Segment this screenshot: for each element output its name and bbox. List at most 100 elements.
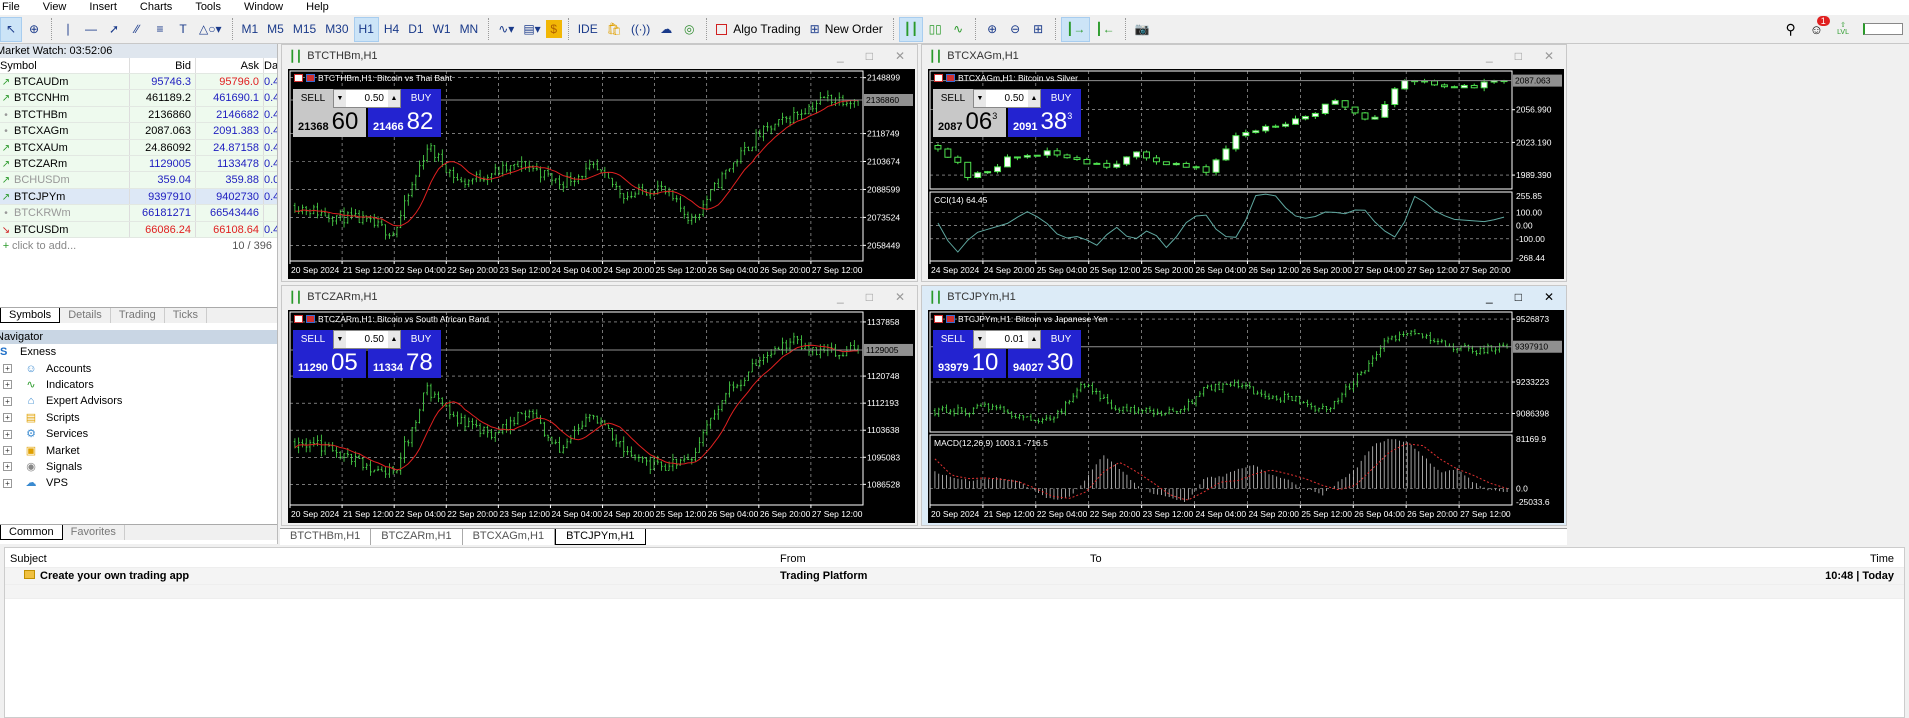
col-to[interactable]: To: [1090, 551, 1460, 567]
timeframe-m1[interactable]: M1: [238, 17, 263, 42]
vps-cloud-icon[interactable]: ☁: [655, 17, 677, 42]
buy-button[interactable]: BUY: [401, 330, 441, 349]
zoom-out-icon[interactable]: ⊖: [1004, 17, 1026, 42]
notifications-icon[interactable]: ☺ 1: [1810, 15, 1830, 37]
tab-favorites[interactable]: Favorites: [63, 525, 125, 540]
market-watch-row[interactable]: • BTCKRWm 66181271 66543446: [0, 205, 277, 222]
maximize-button[interactable]: □: [866, 290, 873, 304]
chart-type-button[interactable]: ∿▾: [494, 17, 518, 42]
channel-button[interactable]: ∕∕: [126, 17, 148, 42]
new-order-button[interactable]: ⊞ New Order: [806, 17, 887, 42]
close-button[interactable]: ✕: [1544, 49, 1554, 63]
minimize-button[interactable]: _: [837, 49, 844, 63]
sell-button[interactable]: SELL: [293, 330, 333, 349]
tab-ticks[interactable]: Ticks: [165, 308, 207, 323]
market-watch-row[interactable]: ↗BTCCNHm461189.2461690.10.46%: [0, 90, 277, 107]
chart-window-titlebar[interactable]: ┃┃ BTCTHBm,H1 _ □ ✕: [282, 45, 917, 67]
sell-button[interactable]: SELL: [293, 89, 333, 108]
indicators-button[interactable]: ▤▾: [519, 17, 544, 42]
add-account-icon[interactable]: ◎: [678, 17, 700, 42]
tab-common[interactable]: Common: [0, 525, 63, 540]
chart-window[interactable]: ┃┃ BTCZARm,H1 _ □ ✕ 20 Sep 2024 21 Sep 12:00 22…: [281, 285, 918, 526]
auto-scroll-button[interactable]: ┃→: [1061, 16, 1091, 42]
navigator-item-market[interactable]: + ▣ Market: [0, 442, 277, 458]
chart-shift-button[interactable]: ┃←: [1091, 17, 1118, 42]
chart-tab[interactable]: BTCXAGm,H1: [463, 529, 556, 545]
signals-icon[interactable]: ((·)): [627, 17, 654, 42]
expand-icon[interactable]: +: [3, 478, 12, 488]
search-icon[interactable]: ⚲: [1786, 21, 1796, 38]
expand-icon[interactable]: +: [3, 429, 12, 439]
buy-button[interactable]: BUY: [1041, 330, 1081, 349]
chart-tab[interactable]: BTCJPYm,H1: [555, 529, 646, 545]
timeframe-m30[interactable]: M30: [321, 17, 352, 42]
trendline-button[interactable]: ➚: [103, 17, 125, 42]
chart-window[interactable]: ┃┃ BTCJPYm,H1 _ □ ✕ 20 Sep 2024 21 Sep 12:00 22…: [921, 285, 1567, 526]
chart-window-titlebar[interactable]: ┃┃ BTCZARm,H1 _ □ ✕: [282, 286, 917, 308]
col-time[interactable]: Time: [1460, 551, 1904, 567]
maximize-button[interactable]: □: [1515, 49, 1522, 63]
timeframe-h4[interactable]: H4: [380, 17, 403, 42]
increase-lot-button[interactable]: ▲: [388, 331, 400, 348]
lot-size-input[interactable]: ▼ 0.50 ▲: [333, 89, 401, 108]
chart-window-titlebar[interactable]: ┃┃ BTCXAGm,H1 _ □ ✕: [922, 45, 1566, 67]
menu-insert[interactable]: Insert: [87, 0, 129, 15]
market-watch-row[interactable]: ↗BTCAUDm95746.395796.00.46%: [0, 74, 277, 91]
sell-price-box[interactable]: 2087 06 3: [933, 108, 1006, 137]
expand-icon[interactable]: +: [3, 413, 12, 423]
col-daily-change[interactable]: Daily Ch...: [264, 58, 277, 73]
algo-trading-button[interactable]: Algo Trading: [712, 17, 804, 42]
tab-symbols[interactable]: Symbols: [0, 308, 61, 323]
mail-row[interactable]: [5, 585, 1904, 599]
navigator-root[interactable]: S Exness: [0, 344, 277, 360]
decrease-lot-button[interactable]: ▼: [974, 90, 986, 107]
decrease-lot-button[interactable]: ▼: [334, 331, 346, 348]
navigator-item-expert-advisors[interactable]: + ⌂ Expert Advisors: [0, 393, 277, 409]
market-watch-row[interactable]: ↘BTCUSDm66086.2466108.640.45%: [0, 221, 277, 238]
sell-button[interactable]: SELL: [933, 89, 973, 108]
increase-lot-button[interactable]: ▲: [1028, 331, 1040, 348]
col-from[interactable]: From: [780, 551, 1090, 567]
increase-lot-button[interactable]: ▲: [1028, 90, 1040, 107]
col-ask[interactable]: Ask: [196, 58, 264, 73]
candlestick-button[interactable]: ▯▯: [924, 17, 946, 42]
lot-size-input[interactable]: ▼ 0.01 ▲: [973, 330, 1041, 349]
close-button[interactable]: ✕: [895, 290, 905, 304]
lot-size-input[interactable]: ▼ 0.50 ▲: [973, 89, 1041, 108]
text-button[interactable]: T: [172, 17, 194, 42]
cursor-tool-button[interactable]: ↖: [0, 16, 22, 42]
chart-canvas[interactable]: 24 Sep 2024 24 Sep 20:00 25 Sep 04:00 25 Se…: [928, 69, 1564, 279]
minimize-button[interactable]: _: [1486, 49, 1493, 63]
sell-price-box[interactable]: 21368 60: [293, 108, 366, 137]
line-chart-button[interactable]: ∿: [947, 17, 969, 42]
navigator-item-services[interactable]: + ⚙ Services: [0, 426, 277, 442]
shapes-button[interactable]: △○▾: [195, 17, 226, 42]
expand-icon[interactable]: +: [3, 446, 12, 456]
chart-window-titlebar[interactable]: ┃┃ BTCJPYm,H1 _ □ ✕: [922, 286, 1566, 308]
zoom-in-icon[interactable]: ⊕: [981, 17, 1003, 42]
tile-windows-icon[interactable]: ⊞: [1027, 17, 1049, 42]
timeframe-d1[interactable]: D1: [404, 17, 427, 42]
navigator-item-scripts[interactable]: + ▤ Scripts: [0, 410, 277, 426]
chart-canvas[interactable]: 20 Sep 2024 21 Sep 12:00 22 Sep 04:00 22 Se…: [288, 310, 915, 523]
close-button[interactable]: ✕: [1544, 290, 1554, 304]
navigator-item-vps[interactable]: + ☁ VPS: [0, 475, 277, 491]
sell-price-box[interactable]: 93979 10: [933, 349, 1006, 378]
vertical-line-button[interactable]: ∣: [57, 17, 79, 42]
market-watch-row[interactable]: • BTCTHBm 213686021466820.46%: [0, 106, 277, 124]
menu-help[interactable]: Help: [304, 0, 341, 15]
mail-row[interactable]: Create your own trading app Trading Platf…: [5, 568, 1904, 585]
timeframe-m15[interactable]: M15: [289, 17, 320, 42]
bar-chart-button[interactable]: ┃┃: [898, 16, 924, 42]
maximize-button[interactable]: □: [866, 49, 873, 63]
col-symbol[interactable]: Symbol: [0, 58, 130, 73]
lot-size-input[interactable]: ▼ 0.50 ▲: [333, 330, 401, 349]
chart-canvas[interactable]: 20 Sep 2024 21 Sep 12:00 22 Sep 04:00 22 Se…: [928, 310, 1564, 523]
sell-price-box[interactable]: 11290 05: [293, 349, 366, 378]
menu-charts[interactable]: Charts: [138, 0, 184, 15]
close-button[interactable]: ✕: [895, 49, 905, 63]
expand-icon[interactable]: +: [3, 364, 12, 374]
market-watch-row[interactable]: ↗BTCXAUm24.8609224.871580.46%: [0, 139, 277, 156]
decrease-lot-button[interactable]: ▼: [334, 90, 346, 107]
timeframe-m5[interactable]: M5: [263, 17, 288, 42]
